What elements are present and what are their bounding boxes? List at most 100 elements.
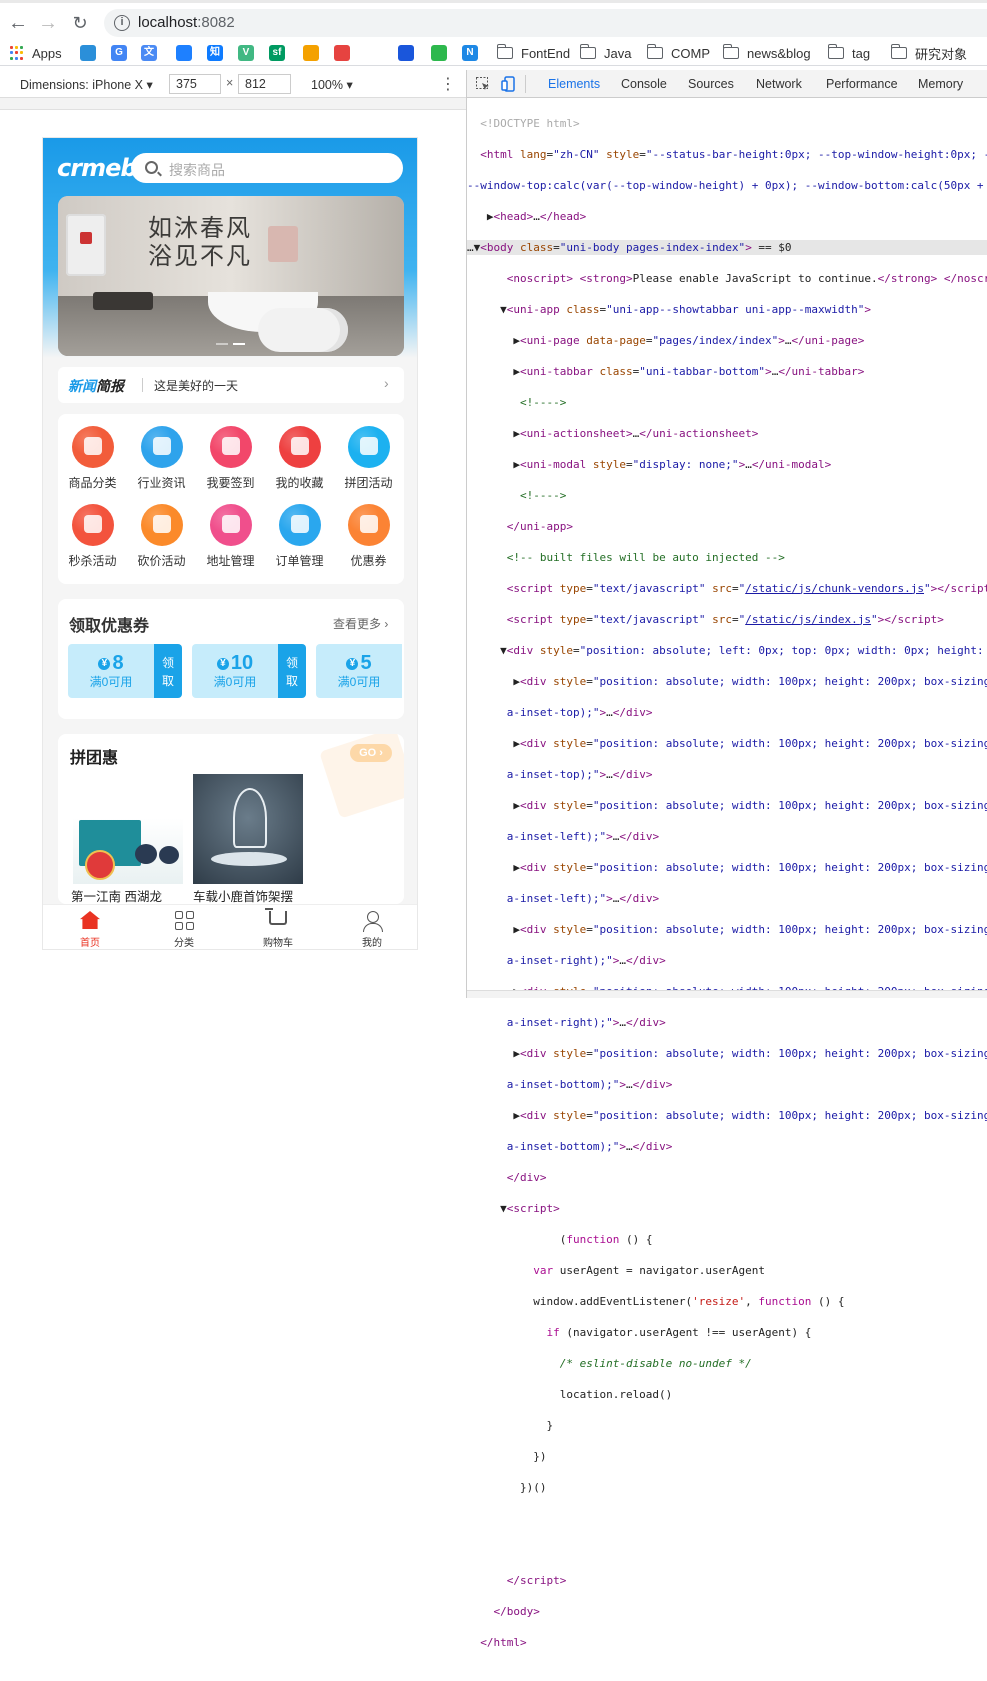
dom-line[interactable]: (function () { [467,1232,987,1248]
device-width-input[interactable]: 375 [169,74,221,94]
tab-console[interactable]: Console [621,77,667,91]
dom-line[interactable]: ▶<div style="position: absolute; width: … [467,674,987,690]
dom-line[interactable]: ▼<div style="position: absolute; left: 0… [467,643,987,659]
tab-sources[interactable]: Sources [688,77,734,91]
banner-carousel[interactable]: 如沐春风 浴见不凡 [58,196,404,356]
dom-line-selected[interactable]: …▼<body class="uni-body pages-index-inde… [467,239,987,255]
device-select[interactable]: Dimensions: iPhone X ▾ [20,77,153,92]
dom-line[interactable]: a-inset-top);">…</div> [467,767,987,783]
address-bar[interactable]: i localhost:8082 [104,9,987,37]
dom-line[interactable]: ▶<div style="position: absolute; width: … [467,1108,987,1124]
device-toggle-icon[interactable] [501,76,517,92]
dom-line[interactable]: /* eslint-disable no-undef */ [467,1356,987,1372]
site-info-icon[interactable]: i [114,15,130,31]
dom-line[interactable]: a-inset-left);">…</div> [467,829,987,845]
back-icon[interactable]: ← [6,11,30,35]
dom-line[interactable]: ▶<div style="position: absolute; width: … [467,798,987,814]
dom-line[interactable]: })() [467,1480,987,1496]
product-image-tea[interactable] [73,774,183,884]
dom-line[interactable]: a-inset-bottom);">…</div> [467,1077,987,1093]
menu-item[interactable]: 拼团活动 [334,414,403,490]
tab-network[interactable]: Network [756,77,802,91]
device-height-input[interactable]: 812 [238,74,291,94]
tab-performance[interactable]: Performance [826,77,898,91]
dom-line[interactable]: <script type="text/javascript" src="/sta… [467,581,987,597]
carousel-dot-active[interactable] [233,343,245,345]
dom-line[interactable]: } [467,1418,987,1434]
dom-line[interactable]: a-inset-right);">…</div> [467,1015,987,1031]
devtools-bottom-scrollbar[interactable] [467,990,987,998]
tab-category[interactable]: 分类 [137,905,231,949]
reload-icon[interactable]: ↻ [68,11,92,35]
bookmark-site[interactable]: V [238,43,260,63]
bookmark-folder[interactable]: COMP [646,43,710,63]
menu-item[interactable]: 地址管理 [196,492,265,568]
menu-item[interactable]: 我要签到 [196,414,265,490]
bookmark-site[interactable] [334,43,356,63]
product-name[interactable]: 车载小鹿首饰架摆 [193,886,293,904]
bookmark-site[interactable] [431,43,453,63]
search-input[interactable]: 搜索商品 [131,153,403,183]
dom-line[interactable]: ▶<uni-modal style="display: none;">…</un… [467,457,987,473]
dom-line[interactable]: <noscript> <strong>Please enable JavaScr… [467,271,987,287]
bookmark-site[interactable]: 文 [141,43,163,63]
dom-line[interactable]: </body> [467,1604,987,1620]
coupon-item[interactable]: ¥8 满0可用领取 [68,644,182,698]
inspect-element-icon[interactable] [475,76,491,92]
dom-line[interactable]: ▶<head>…</head> [467,209,987,225]
bookmark-site[interactable]: sf [269,43,291,63]
tab-home[interactable]: 首页 [43,905,137,949]
tab-memory[interactable]: Memory [918,77,963,91]
dom-line[interactable]: </html> [467,1635,987,1651]
bookmark-site[interactable]: 知 [207,43,229,63]
dom-line[interactable]: }) [467,1449,987,1465]
bookmark-site[interactable] [176,43,198,63]
dom-line[interactable]: a-inset-right);">…</div> [467,953,987,969]
bookmark-apps[interactable]: Apps [10,43,62,63]
coupon-item[interactable]: ¥5 满0可用 [316,644,404,698]
more-options-icon[interactable]: ⋮ [440,74,456,94]
news-bar[interactable]: 新闻简报 这是美好的一天 › [58,367,404,403]
claim-coupon-button[interactable]: 领取 [278,644,306,698]
bookmark-site[interactable] [303,43,325,63]
dom-line[interactable]: ▶<div style="position: absolute; width: … [467,736,987,752]
bookmark-folder[interactable]: 研究对象 [890,43,967,63]
menu-item[interactable]: 我的收藏 [265,414,334,490]
bookmark-site[interactable]: N [462,43,484,63]
tab-cart[interactable]: 购物车 [231,905,325,949]
dom-line[interactable] [467,1511,987,1527]
dom-line[interactable]: <html lang="zh-CN" style="--status-bar-h… [467,147,987,163]
dom-line[interactable]: </script> [467,1573,987,1589]
dom-line[interactable]: window.addEventListener('resize', functi… [467,1294,987,1310]
menu-item[interactable]: 砍价活动 [127,492,196,568]
coupon-item[interactable]: ¥10 满0可用领取 [192,644,306,698]
dom-line[interactable]: ▶<div style="position: absolute; width: … [467,860,987,876]
dom-line[interactable]: if (navigator.userAgent !== userAgent) { [467,1325,987,1341]
product-image-jewelry-stand[interactable] [193,774,303,884]
menu-item[interactable]: 行业资讯 [127,414,196,490]
zoom-select[interactable]: 100% ▾ [311,77,353,92]
bookmark-site[interactable] [398,43,420,63]
bookmark-folder[interactable]: Java [579,43,631,63]
bookmark-folder[interactable]: news&blog [722,43,811,63]
claim-coupon-button[interactable]: 领取 [154,644,182,698]
menu-item[interactable]: 秒杀活动 [58,492,127,568]
carousel-dot[interactable] [216,343,228,345]
dom-line[interactable]: a-inset-left);">…</div> [467,891,987,907]
dom-line[interactable]: ▶<div style="position: absolute; width: … [467,922,987,938]
dom-line[interactable]: <!-- built files will be auto injected -… [467,550,987,566]
bookmark-folder[interactable]: FontEnd [496,43,570,63]
group-go-button[interactable]: GO › [350,744,392,762]
dom-line[interactable]: --window-top:calc(var(--top-window-heigh… [467,178,987,194]
menu-item[interactable]: 订单管理 [265,492,334,568]
dom-line[interactable]: ▼<script> [467,1201,987,1217]
dom-line[interactable]: ▼<uni-app class="uni-app--showtabbar uni… [467,302,987,318]
dom-line[interactable]: ▶<div style="position: absolute; width: … [467,1046,987,1062]
coupon-more-link[interactable]: 查看更多 › [333,615,388,632]
dom-line[interactable]: </div> [467,1170,987,1186]
dom-line[interactable]: var userAgent = navigator.userAgent [467,1263,987,1279]
dom-line[interactable]: location.reload() [467,1387,987,1403]
menu-item[interactable]: 优惠券 [334,492,403,568]
dom-line[interactable]: <script type="text/javascript" src="/sta… [467,612,987,628]
menu-item[interactable]: 商品分类 [58,414,127,490]
